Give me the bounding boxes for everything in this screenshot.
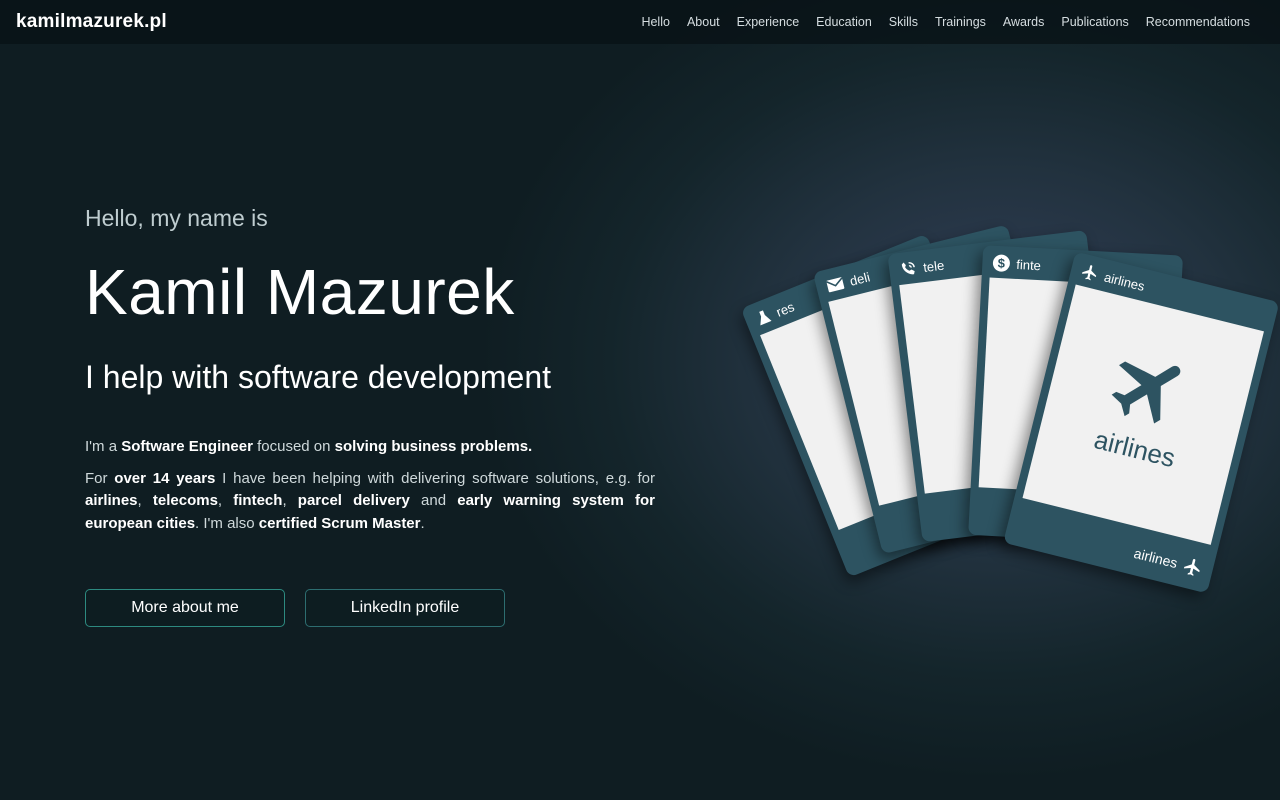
card-label: res	[773, 298, 797, 320]
intro-text: I have been helping with delivering soft…	[215, 469, 656, 487]
linkedin-profile-button[interactable]: LinkedIn profile	[305, 589, 505, 627]
phone-wifi-icon	[901, 262, 915, 275]
dollar-coin-icon: $	[992, 254, 1010, 272]
hero-tagline: I help with software development	[85, 359, 552, 395]
more-about-me-button[interactable]: More about me	[85, 589, 285, 627]
airplane-icon	[1082, 265, 1097, 281]
intro-paragraph-1: I'm a Software Engineer focused on solvi…	[85, 436, 655, 459]
card-label: airlines	[1102, 268, 1147, 294]
hero-intro: I'm a Software Engineer focused on solvi…	[85, 436, 655, 535]
intro-highlight: telecoms	[152, 492, 218, 509]
airplane-icon	[1183, 558, 1200, 576]
intro-highlight: solving business problems.	[334, 438, 533, 455]
card-label: finte	[1015, 256, 1042, 273]
intro-text: . I'm also	[195, 514, 259, 532]
card-label: deli	[848, 268, 872, 289]
intro-text: and	[409, 492, 458, 509]
intro-highlight: over 14 years	[114, 469, 216, 487]
card-header: $ finte	[992, 252, 1042, 277]
nav-link-hello[interactable]: Hello	[641, 15, 670, 29]
intro-text: I'm a	[85, 438, 122, 455]
intro-text: .	[420, 514, 425, 532]
flask-icon	[759, 310, 772, 326]
card-face: airlines	[1022, 284, 1264, 545]
hero-greeting: Hello, my name is	[85, 205, 268, 231]
hero-section: Hello, my name is Kamil Mazurek I help w…	[85, 200, 655, 544]
hero-name: Kamil Mazurek	[85, 256, 515, 328]
nav-link-recommendations[interactable]: Recommendations	[1146, 15, 1250, 29]
card-header: tele	[898, 254, 945, 281]
intro-highlight: airlines	[85, 492, 138, 509]
intro-text: focused on	[252, 438, 335, 455]
intro-highlight: parcel delivery	[297, 492, 410, 509]
intro-highlight: Software Engineer	[121, 438, 253, 455]
intro-highlight: certified Scrum Master	[258, 514, 421, 532]
envelope-icon	[826, 277, 845, 293]
intro-highlight: fintech	[233, 492, 283, 509]
intro-text: For	[85, 469, 115, 487]
hero-buttons: More about me LinkedIn profile	[85, 589, 505, 627]
nav-link-trainings[interactable]: Trainings	[935, 15, 986, 29]
brand-logo-link[interactable]: kamilmazurek.pl	[16, 11, 167, 33]
nav-links: Hello About Experience Education Skills …	[641, 15, 1250, 29]
nav-link-experience[interactable]: Experience	[737, 15, 800, 29]
card-footer: airlines	[1132, 543, 1205, 579]
intro-text: ,	[217, 492, 234, 509]
intro-text: ,	[137, 492, 153, 509]
intro-text: ,	[282, 492, 298, 509]
nav-link-education[interactable]: Education	[816, 15, 872, 29]
nav-link-about[interactable]: About	[687, 15, 720, 29]
nav-link-awards[interactable]: Awards	[1003, 15, 1044, 29]
nav-link-publications[interactable]: Publications	[1061, 15, 1128, 29]
intro-paragraph-2: For over 14 years I have been helping wi…	[85, 468, 655, 536]
top-navbar: kamilmazurek.pl Hello About Experience E…	[0, 0, 1280, 44]
card-footer-label: airlines	[1132, 544, 1180, 572]
nav-link-skills[interactable]: Skills	[889, 15, 918, 29]
card-label: tele	[922, 257, 945, 275]
